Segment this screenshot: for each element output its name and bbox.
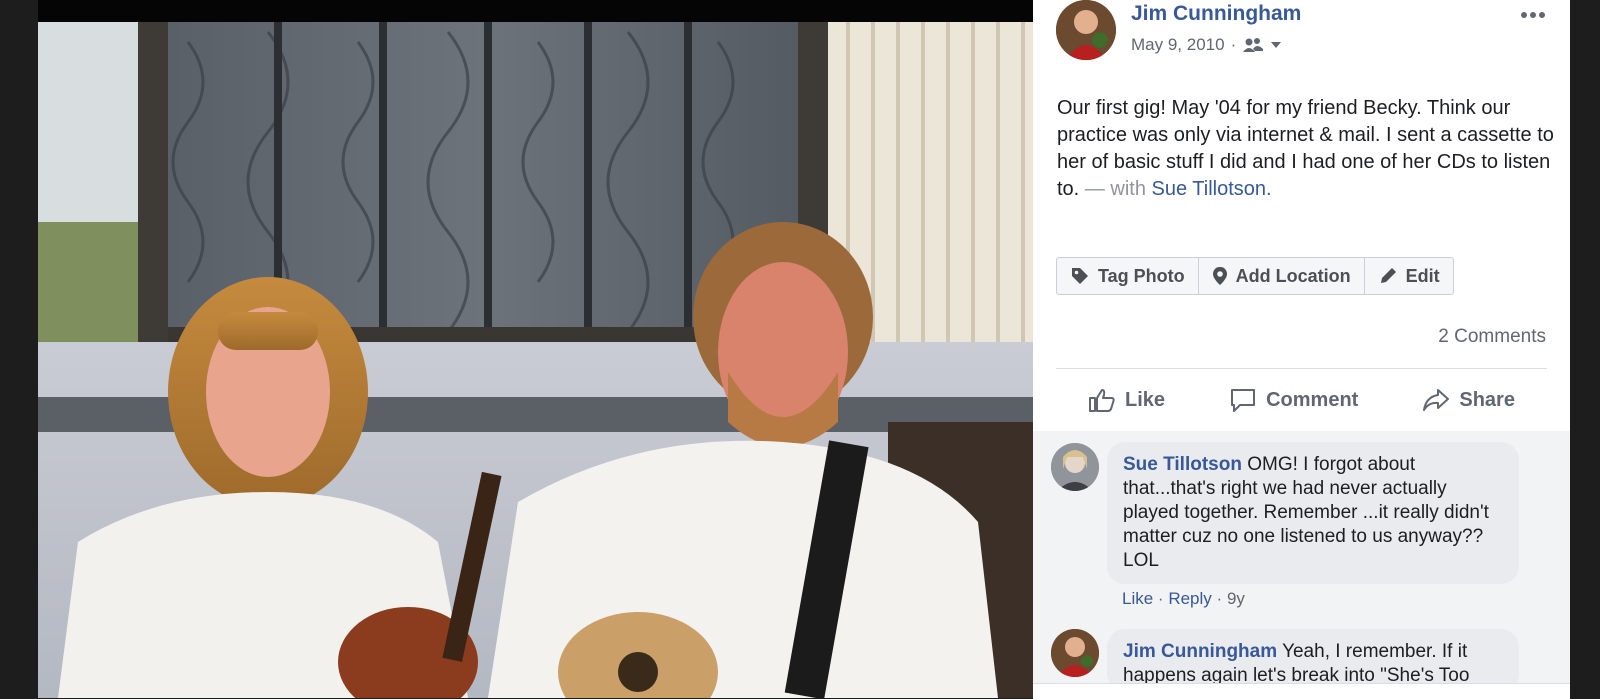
comment-label: Comment (1266, 388, 1359, 411)
photo-illustration (38, 22, 1033, 698)
thumbs-up-icon (1089, 389, 1115, 412)
comment-like-link[interactable]: Like (1122, 589, 1153, 608)
meta-separator: · (1157, 589, 1164, 608)
post-date[interactable]: May 9, 2010 (1131, 35, 1225, 55)
date-separator: · (1230, 35, 1237, 54)
commenter-avatar[interactable] (1051, 629, 1099, 677)
post-author-name[interactable]: Jim Cunningham (1131, 2, 1301, 26)
post-photo[interactable] (38, 22, 1033, 698)
pencil-icon (1380, 268, 1396, 283)
post-date-line: May 9, 2010 · (1131, 35, 1282, 55)
chevron-down-icon[interactable] (1270, 41, 1282, 49)
post-caption: Our first gig! May '04 for my friend Bec… (1057, 95, 1557, 203)
like-button[interactable]: Like (1088, 387, 1165, 413)
add-location-button[interactable]: Add Location (1199, 258, 1365, 294)
avatar-icon (1051, 629, 1099, 677)
tag-icon (1072, 268, 1088, 284)
more-options-icon[interactable] (1518, 3, 1548, 27)
comment-button[interactable]: Comment (1229, 387, 1358, 413)
tagged-person-link[interactable]: Sue Tillotson. (1152, 178, 1272, 200)
share-label: Share (1459, 388, 1515, 411)
write-comment-area[interactable] (1033, 683, 1570, 699)
left-gutter (0, 0, 38, 698)
commenter-avatar[interactable] (1051, 443, 1099, 491)
avatar-icon (1056, 0, 1116, 60)
photo-top-bar (38, 0, 1033, 22)
meta-separator: · (1216, 589, 1223, 608)
comment-author[interactable]: Sue Tillotson (1123, 454, 1242, 475)
reaction-bar: Like Comment Share (1056, 380, 1547, 420)
comment-author[interactable]: Jim Cunningham (1123, 641, 1277, 662)
like-label: Like (1125, 388, 1166, 411)
divider (1056, 368, 1547, 369)
comment-bubble: Sue Tillotson OMG! I forgot about that..… (1107, 442, 1519, 584)
photo-action-group: Tag Photo Add Location Edit (1056, 257, 1454, 295)
comment-meta: Like · Reply · 9y (1122, 589, 1245, 609)
share-button[interactable]: Share (1422, 387, 1515, 413)
right-gutter (1570, 0, 1600, 698)
edit-button[interactable]: Edit (1365, 258, 1453, 294)
tag-photo-button[interactable]: Tag Photo (1057, 258, 1199, 294)
friends-icon[interactable] (1242, 37, 1264, 53)
author-avatar[interactable] (1056, 0, 1116, 60)
comments-count-link[interactable]: 2 Comments (1438, 326, 1546, 348)
comment-reply-link[interactable]: Reply (1168, 589, 1211, 608)
avatar-icon (1051, 443, 1099, 491)
add-location-label: Add Location (1235, 265, 1351, 286)
comment-bubble-icon (1231, 389, 1256, 412)
with-text: — with (1084, 178, 1146, 200)
comment-age[interactable]: 9y (1227, 589, 1245, 608)
edit-label: Edit (1405, 265, 1440, 286)
location-pin-icon (1212, 267, 1227, 285)
share-arrow-icon (1423, 389, 1450, 411)
tag-photo-label: Tag Photo (1098, 265, 1185, 286)
